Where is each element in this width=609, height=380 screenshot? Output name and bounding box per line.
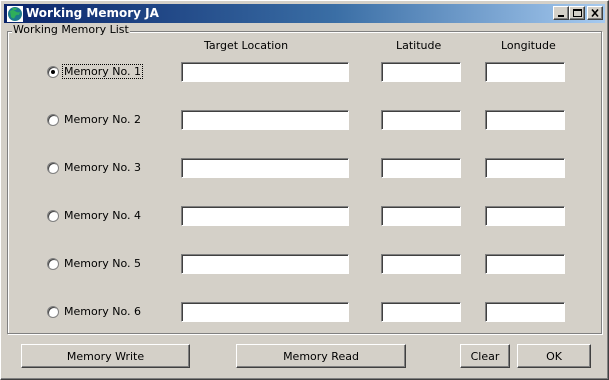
longitude-field-6[interactable]	[485, 302, 565, 322]
working-memory-window: Working Memory JA Working Memory List Ta…	[0, 0, 609, 380]
group-title: Working Memory List	[12, 23, 130, 36]
latitude-field-4[interactable]	[381, 206, 461, 226]
latitude-field-3[interactable]	[381, 158, 461, 178]
target-location-field-6[interactable]	[181, 302, 349, 322]
memory-write-button[interactable]: Memory Write	[21, 344, 190, 368]
memory-label-6: Memory No. 6	[64, 305, 141, 318]
longitude-field-4[interactable]	[485, 206, 565, 226]
target-location-field-2[interactable]	[181, 110, 349, 130]
clear-button[interactable]: Clear	[460, 344, 510, 368]
latitude-field-5[interactable]	[381, 254, 461, 274]
memory-label-5: Memory No. 5	[64, 257, 141, 270]
close-button[interactable]	[587, 6, 603, 20]
close-icon	[591, 8, 599, 18]
column-header-longitude: Longitude	[501, 39, 556, 52]
memory-read-button[interactable]: Memory Read	[236, 344, 406, 368]
memory-label-4: Memory No. 4	[64, 209, 141, 222]
ok-button[interactable]: OK	[517, 344, 591, 368]
longitude-field-5[interactable]	[485, 254, 565, 274]
latitude-field-2[interactable]	[381, 110, 461, 130]
column-header-target: Target Location	[204, 39, 289, 52]
radio-button[interactable]	[47, 162, 59, 174]
window-title: Working Memory JA	[26, 6, 159, 20]
longitude-field-3[interactable]	[485, 158, 565, 178]
minimize-icon	[558, 15, 564, 17]
memory-label-2: Memory No. 2	[64, 113, 141, 126]
latitude-field-6[interactable]	[381, 302, 461, 322]
target-location-field-3[interactable]	[181, 158, 349, 178]
radio-button[interactable]	[47, 66, 59, 78]
memory-label-3: Memory No. 3	[64, 161, 141, 174]
target-location-field-1[interactable]	[181, 62, 349, 82]
minimize-button[interactable]	[553, 6, 569, 20]
target-location-field-4[interactable]	[181, 206, 349, 226]
radio-button[interactable]	[47, 258, 59, 270]
longitude-field-1[interactable]	[485, 62, 565, 82]
memory-label-1: Memory No. 1	[62, 64, 143, 79]
radio-button[interactable]	[47, 114, 59, 126]
latitude-field-1[interactable]	[381, 62, 461, 82]
maximize-icon	[573, 9, 582, 17]
app-globe-icon	[7, 6, 23, 22]
column-header-latitude: Latitude	[396, 39, 442, 52]
target-location-field-5[interactable]	[181, 254, 349, 274]
title-bar[interactable]: Working Memory JA	[4, 4, 605, 23]
longitude-field-2[interactable]	[485, 110, 565, 130]
radio-button[interactable]	[47, 210, 59, 222]
radio-button[interactable]	[47, 306, 59, 318]
maximize-button[interactable]	[569, 6, 585, 20]
